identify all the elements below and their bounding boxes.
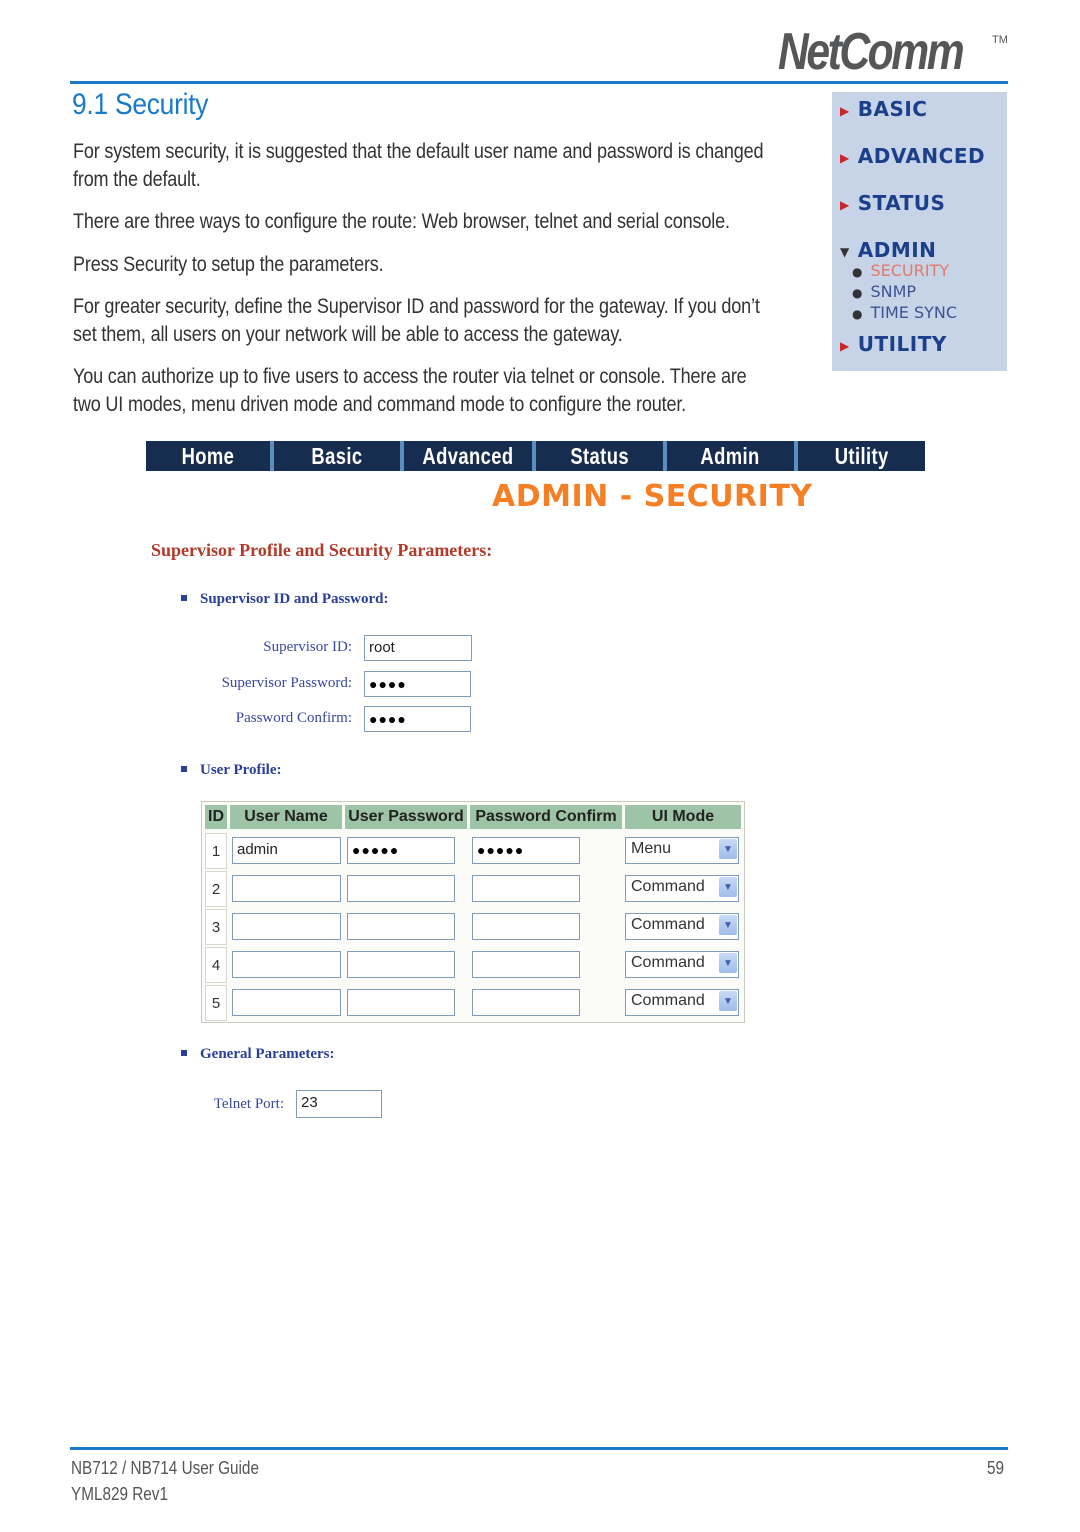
nav-tab-advanced[interactable]: Advanced [404,441,532,471]
side-menu-subitem-time-sync[interactable]: ● TIME SYNC [852,303,957,322]
side-menu-item-utility[interactable]: ▶ UTILITY [840,332,947,356]
user-password-input[interactable]: ●●●●● [347,837,455,864]
password-confirm-label: Password Confirm: [235,710,352,726]
square-bullet-icon [181,594,187,601]
general-parameters-subheading: General Parameters: [181,1046,335,1063]
side-menu-subitem-security[interactable]: ● SECURITY [852,261,949,280]
nav-tab-utility[interactable]: Utility [798,441,925,471]
page-title: ADMIN - SECURITY [492,479,813,514]
supervisor-id-label: Supervisor ID: [263,639,352,655]
ui-mode-select[interactable]: Command ▼ [625,989,739,1016]
ui-mode-select[interactable]: Command ▼ [625,875,739,902]
section-heading: 9.1 Security [72,88,209,121]
nav-tab-home[interactable]: Home [146,441,270,471]
user-name-input[interactable] [232,951,341,978]
footer-rule [70,1447,1008,1450]
netcomm-logo: NetComm [778,23,965,81]
chevron-down-icon[interactable]: ▼ [719,991,737,1011]
chevron-down-icon[interactable]: ▼ [719,877,737,897]
telnet-port-label: Telnet Port: [213,1096,284,1112]
column-header-password-confirm: Password Confirm [470,805,622,829]
telnet-port-input[interactable]: 23 [296,1090,382,1118]
user-profile-subheading: User Profile: [181,762,282,779]
side-menu: ▶ BASIC ▶ ADVANCED ▶ STATUS ▼ ADMIN ● SECURIT… [832,92,1007,371]
paragraph-3: Press Security to setup the parameters. [73,253,384,276]
paragraph-5: You can authorize up to five users to ac… [73,365,747,416]
password-confirm-input[interactable] [472,951,580,978]
column-header-user-name: User Name [230,805,342,829]
user-password-input[interactable] [347,875,455,902]
user-name-input[interactable]: admin [232,837,341,864]
user-name-input[interactable] [232,913,341,940]
side-menu-item-basic[interactable]: ▶ BASIC [840,97,927,121]
paragraph-4: For greater security, define the Supervi… [73,295,760,346]
supervisor-id-input[interactable]: root [364,635,472,661]
ui-mode-select[interactable]: Command ▼ [625,951,739,978]
user-password-input[interactable] [347,951,455,978]
bullet-icon: ● [852,265,863,279]
password-confirm-input[interactable] [472,913,580,940]
square-bullet-icon [181,765,187,772]
password-confirm-input[interactable] [472,989,580,1016]
arrow-right-icon: ▶ [840,197,850,212]
top-nav-bar: Home Basic Advanced Status Admin Utility [146,441,925,471]
bullet-icon: ● [852,286,863,300]
trademark-mark: TM [992,34,1008,46]
row-id: 5 [205,985,227,1021]
user-password-input[interactable] [347,913,455,940]
ui-mode-select[interactable]: Menu ▼ [625,837,739,864]
arrow-right-icon: ▶ [840,338,850,353]
side-menu-subitem-snmp[interactable]: ● SNMP [852,282,916,301]
user-name-input[interactable] [232,989,341,1016]
supervisor-subheading: Supervisor ID and Password: [181,591,389,608]
user-profile-table: ID User Name User Password Password Conf… [201,801,745,1023]
square-bullet-icon [181,1049,187,1056]
arrow-right-icon: ▶ [840,150,850,165]
header-rule [70,81,1008,84]
row-id: 4 [205,947,227,983]
page-number: 59 [987,1458,1005,1478]
arrow-right-icon: ▶ [840,103,850,118]
row-id: 2 [205,871,227,907]
column-header-ui-mode: UI Mode [625,805,741,829]
arrow-down-icon: ▼ [840,244,850,259]
chevron-down-icon[interactable]: ▼ [719,839,737,859]
supervisor-password-label: Supervisor Password: [221,675,352,691]
section-title: Supervisor Profile and Security Paramete… [151,540,493,560]
column-header-user-password: User Password [345,805,467,829]
supervisor-password-input[interactable]: ●●●● [364,671,471,697]
nav-tab-basic[interactable]: Basic [274,441,400,471]
nav-tab-admin[interactable]: Admin [667,441,794,471]
user-name-input[interactable] [232,875,341,902]
paragraph-1: For system security, it is suggested tha… [73,140,764,191]
password-confirm-input[interactable]: ●●●● [364,706,471,732]
paragraph-2: There are three ways to configure the ro… [73,210,730,233]
column-header-id: ID [205,805,227,829]
password-confirm-input[interactable]: ●●●●● [472,837,580,864]
side-menu-item-status[interactable]: ▶ STATUS [840,191,945,215]
chevron-down-icon[interactable]: ▼ [719,915,737,935]
ui-mode-select[interactable]: Command ▼ [625,913,739,940]
side-menu-item-advanced[interactable]: ▶ ADVANCED [840,144,985,168]
chevron-down-icon[interactable]: ▼ [719,953,737,973]
nav-tab-status[interactable]: Status [536,441,663,471]
footer-guide-title: NB712 / NB714 User Guide [71,1458,259,1478]
user-password-input[interactable] [347,989,455,1016]
footer-revision: YML829 Rev1 [71,1484,168,1504]
row-id: 3 [205,909,227,945]
row-id: 1 [205,833,227,869]
side-menu-item-admin[interactable]: ▼ ADMIN [840,238,936,262]
password-confirm-input[interactable] [472,875,580,902]
bullet-icon: ● [852,307,863,321]
